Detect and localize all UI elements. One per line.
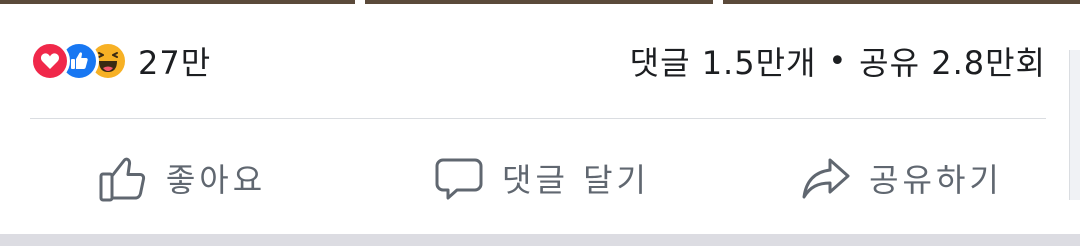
post-image-strip[interactable] bbox=[0, 0, 1080, 4]
comment-label: 댓글 달기 bbox=[502, 161, 650, 199]
reaction-icons[interactable] bbox=[30, 41, 128, 81]
divider bbox=[30, 118, 1046, 119]
share-button[interactable]: 공유하기 bbox=[720, 128, 1080, 228]
comment-share-counts: 댓글 1.5만개 • 공유 2.8만회 bbox=[630, 38, 1046, 84]
thumbs-up-icon bbox=[94, 149, 152, 207]
love-icon bbox=[30, 41, 70, 81]
reaction-count[interactable]: 27만 bbox=[138, 38, 211, 84]
share-count[interactable]: 공유 2.8만회 bbox=[859, 38, 1046, 84]
post-image-1[interactable] bbox=[0, 0, 355, 4]
comment-button[interactable]: 댓글 달기 bbox=[360, 128, 720, 228]
comment-bubble-icon bbox=[430, 149, 488, 207]
share-label: 공유하기 bbox=[869, 161, 1003, 199]
comment-count[interactable]: 댓글 1.5만개 bbox=[630, 38, 817, 84]
post-action-bar: 좋아요 댓글 달기 공유하기 bbox=[0, 128, 1080, 228]
reactions-summary[interactable]: 27만 bbox=[30, 38, 211, 84]
post-image-2[interactable] bbox=[365, 0, 713, 4]
like-button[interactable]: 좋아요 bbox=[0, 128, 360, 228]
like-label: 좋아요 bbox=[165, 161, 267, 199]
share-arrow-icon bbox=[797, 149, 855, 207]
feed-separator bbox=[0, 234, 1080, 246]
separator-dot: • bbox=[828, 43, 848, 79]
post-engagement-summary: 27만 댓글 1.5만개 • 공유 2.8만회 bbox=[30, 38, 1046, 84]
post-image-3[interactable] bbox=[723, 0, 1080, 4]
